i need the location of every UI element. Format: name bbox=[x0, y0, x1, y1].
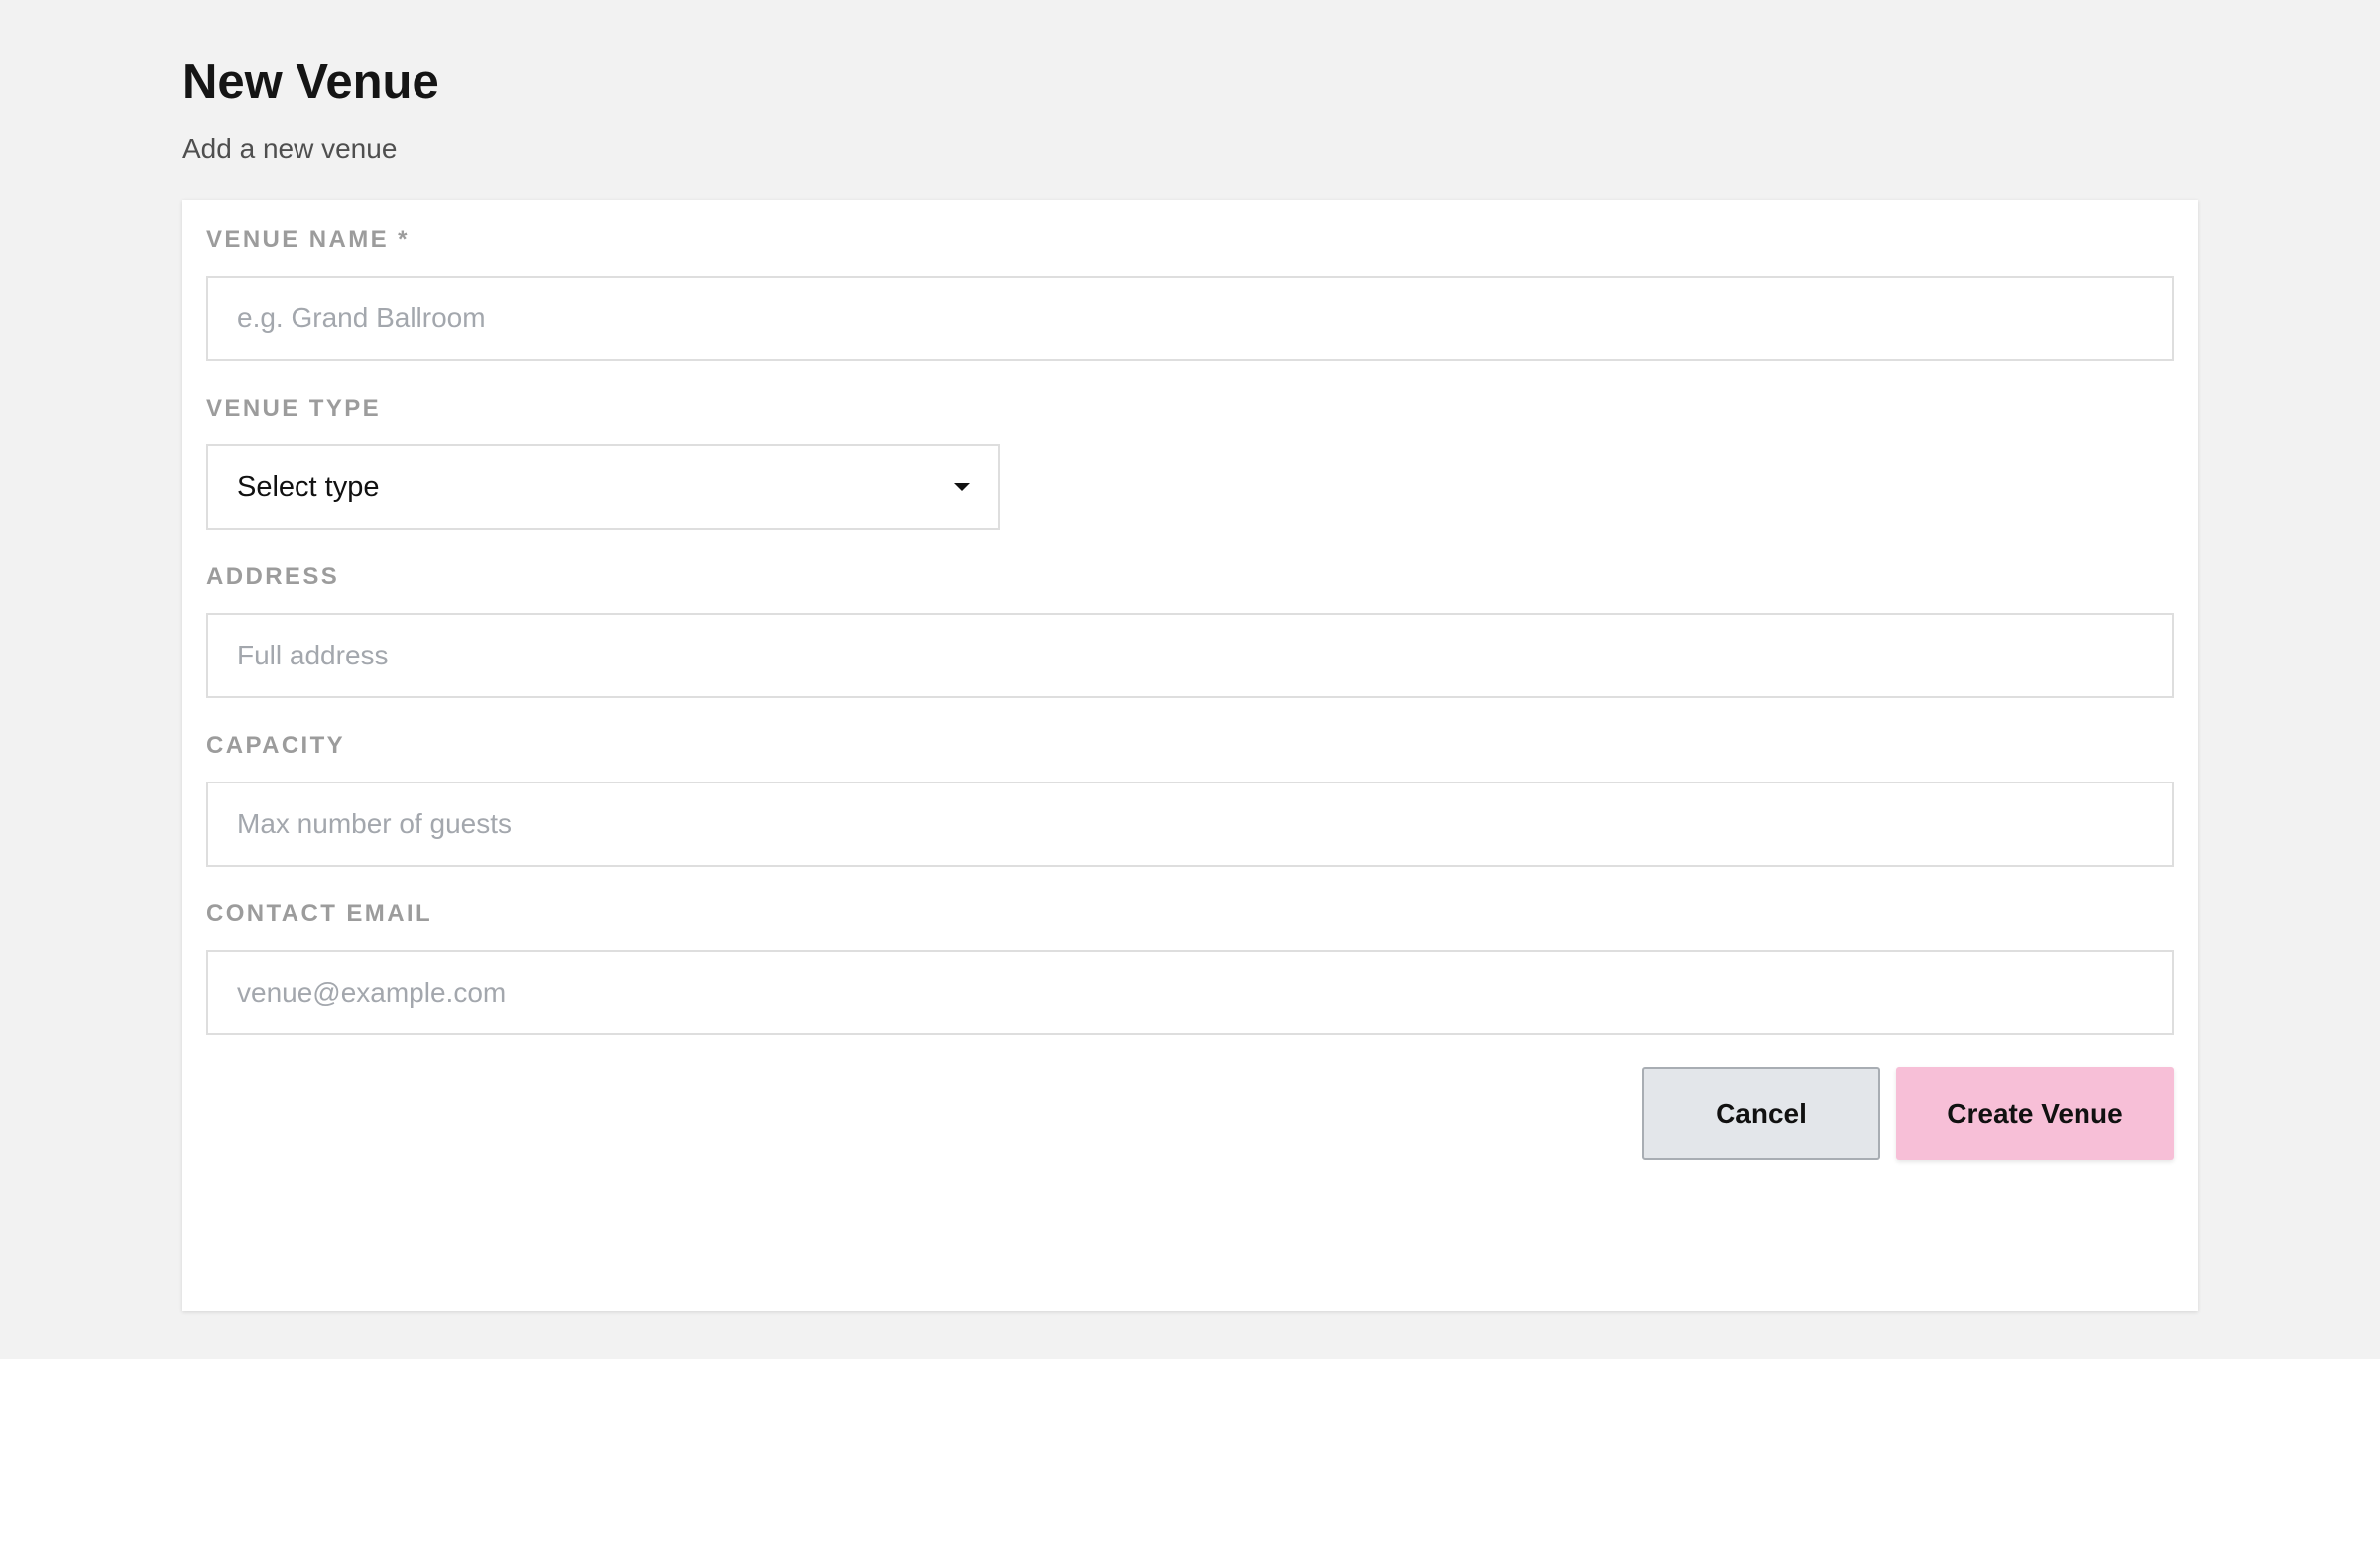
capacity-input[interactable] bbox=[206, 782, 2174, 867]
cancel-button[interactable]: Cancel bbox=[1642, 1067, 1880, 1160]
venue-name-label: VENUE NAME * bbox=[206, 226, 410, 253]
venue-type-select[interactable]: Select type bbox=[206, 444, 1000, 530]
caret-down-icon bbox=[954, 483, 970, 491]
venue-type-selected-value: Select type bbox=[237, 471, 380, 503]
create-venue-button[interactable]: Create Venue bbox=[1896, 1067, 2174, 1160]
page-subtitle: Add a new venue bbox=[182, 133, 398, 164]
address-input[interactable] bbox=[206, 613, 2174, 698]
venue-type-label: VENUE TYPE bbox=[206, 395, 382, 421]
page-title: New Venue bbox=[182, 56, 439, 109]
contact-email-input[interactable] bbox=[206, 950, 2174, 1035]
venue-form-card: VENUE NAME * VENUE TYPE Select type ADDR… bbox=[182, 200, 2198, 1311]
address-label: ADDRESS bbox=[206, 563, 340, 590]
capacity-label: CAPACITY bbox=[206, 732, 346, 759]
contact-email-label: CONTACT EMAIL bbox=[206, 901, 433, 927]
venue-name-input[interactable] bbox=[206, 276, 2174, 361]
